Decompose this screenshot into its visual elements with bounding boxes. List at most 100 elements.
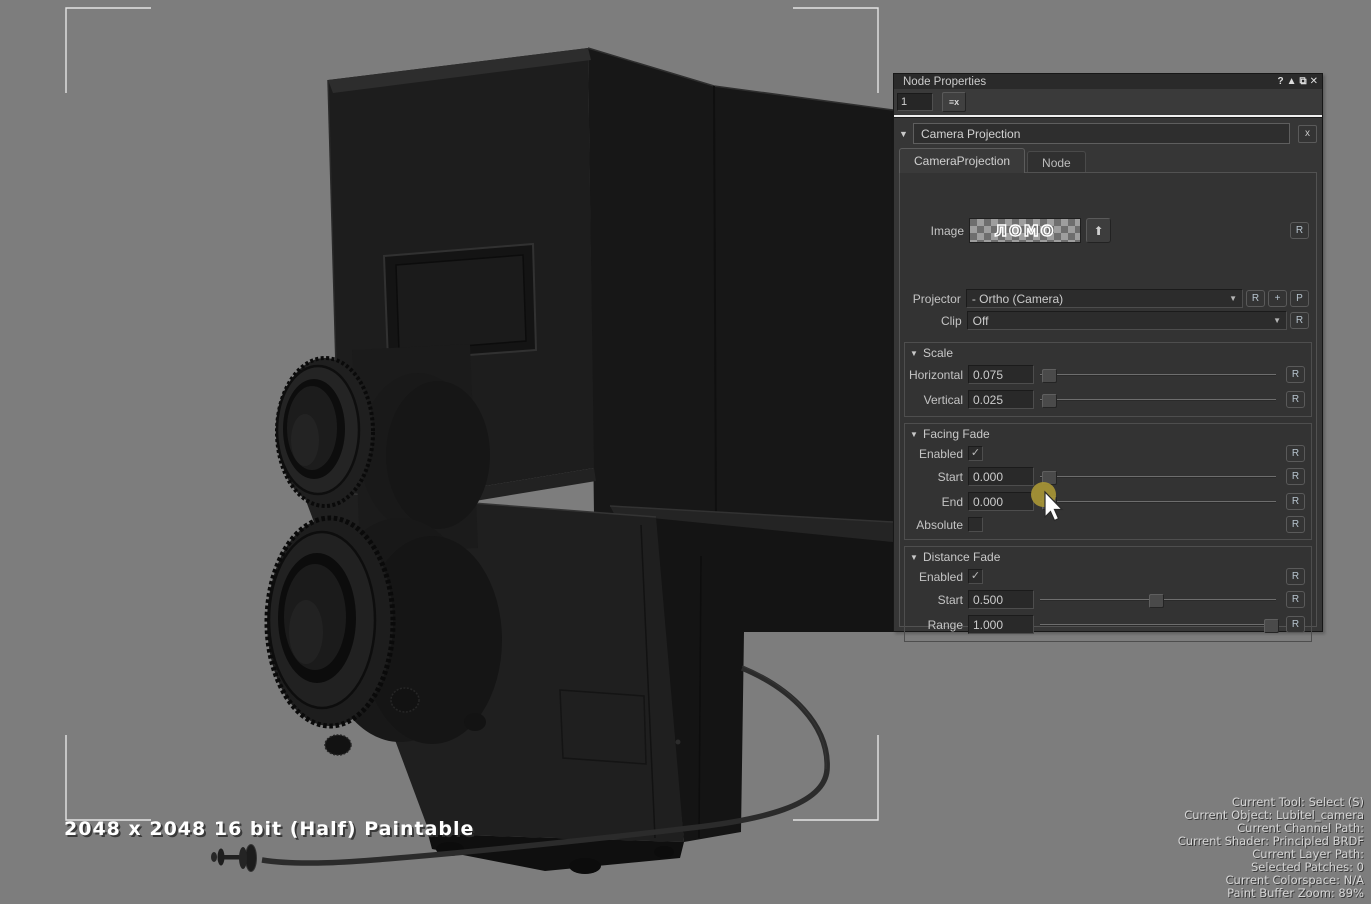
slider-handle[interactable] — [1042, 496, 1057, 510]
clip-dropdown[interactable]: Off ▼ — [967, 311, 1287, 330]
panel-separator — [894, 115, 1322, 118]
image-label: Image — [904, 224, 964, 238]
reset-facing-enabled-button[interactable]: R — [1286, 445, 1305, 462]
close-icon[interactable]: ✕ — [1310, 75, 1318, 88]
horizontal-label: Horizontal — [906, 368, 963, 382]
section-title-box: Camera Projection — [913, 123, 1290, 144]
facing-end-slider[interactable] — [1040, 495, 1276, 509]
reset-absolute-button[interactable]: R — [1286, 516, 1305, 533]
slider-handle[interactable] — [1042, 394, 1057, 408]
import-image-button[interactable]: ⬆ — [1086, 218, 1111, 243]
clear-list-button[interactable]: ≡x — [942, 92, 966, 112]
horizontal-input[interactable] — [968, 365, 1034, 384]
facing-fade-group: ▼ Facing Fade Enabled ✓ R Start R End — [904, 423, 1312, 540]
remove-node-button[interactable]: x — [1298, 125, 1317, 143]
panel-titlebar[interactable]: Node Properties ? ▲ ⧉ ✕ — [894, 74, 1322, 89]
image-thumbnail[interactable]: ЛОМО — [969, 218, 1081, 243]
collapse-arrow-icon[interactable]: ▼ — [910, 349, 923, 358]
projector-value: - Ortho (Camera) — [972, 292, 1223, 306]
clip-row: Clip Off ▼ R — [900, 311, 1316, 330]
node-properties-panel: Node Properties ? ▲ ⧉ ✕ ≡x ▼ Camera Proj… — [893, 73, 1323, 632]
slider-handle[interactable] — [1042, 471, 1057, 485]
reset-projector-button[interactable]: R — [1246, 290, 1265, 307]
absolute-label: Absolute — [906, 518, 963, 532]
projector-dropdown[interactable]: - Ortho (Camera) ▼ — [966, 289, 1243, 308]
vertical-label: Vertical — [906, 393, 963, 407]
tab-node[interactable]: Node — [1027, 151, 1086, 173]
facing-fade-group-title: Facing Fade — [923, 427, 990, 441]
pin-icon[interactable]: ▲ — [1287, 75, 1297, 88]
distance-start-row: Start R — [906, 587, 1308, 612]
collapse-arrow-icon[interactable]: ▼ — [899, 129, 913, 139]
import-icon: ⬆ — [1093, 224, 1103, 238]
image-row: Image ЛОМО ⬆ R — [900, 218, 1316, 243]
reset-facing-start-button[interactable]: R — [1286, 468, 1305, 485]
vertical-row: Vertical R — [906, 387, 1308, 412]
facing-end-input[interactable] — [968, 492, 1034, 511]
reset-vertical-button[interactable]: R — [1286, 391, 1305, 408]
vertical-input[interactable] — [968, 390, 1034, 409]
help-icon[interactable]: ? — [1277, 75, 1283, 88]
absolute-checkbox[interactable] — [968, 517, 983, 532]
facing-end-row: End R — [906, 489, 1308, 514]
camera-projection-header: ▼ Camera Projection x — [894, 122, 1322, 145]
panel-toolbar: ≡x — [894, 89, 1322, 114]
start-label: Start — [906, 470, 963, 484]
start-label: Start — [906, 593, 963, 607]
image-thumbnail-text: ЛОМО — [995, 222, 1056, 240]
slider-handle[interactable] — [1149, 594, 1164, 608]
facing-enabled-checkbox[interactable]: ✓ — [968, 446, 983, 461]
collapse-arrow-icon[interactable]: ▼ — [910, 553, 923, 562]
clear-list-icon: ≡x — [949, 97, 959, 107]
distance-start-slider[interactable] — [1040, 593, 1276, 607]
horizontal-slider[interactable] — [1040, 368, 1276, 382]
reset-distance-start-button[interactable]: R — [1286, 591, 1305, 608]
slider-handle[interactable] — [1264, 619, 1279, 633]
collapse-arrow-icon[interactable]: ▼ — [910, 430, 923, 439]
scale-group-title: Scale — [923, 346, 953, 360]
end-label: End — [906, 495, 963, 509]
distance-fade-group: ▼ Distance Fade Enabled ✓ R Start R Rang… — [904, 546, 1312, 642]
vertical-slider[interactable] — [1040, 393, 1276, 407]
tab-content: Image ЛОМО ⬆ R Projector - Ortho (Camera… — [899, 172, 1317, 627]
reset-clip-button[interactable]: R — [1290, 312, 1309, 329]
reset-facing-end-button[interactable]: R — [1286, 493, 1305, 510]
node-index-input[interactable] — [897, 93, 933, 111]
projector-row: Projector - Ortho (Camera) ▼ R + P — [900, 289, 1316, 308]
distance-fade-group-title: Distance Fade — [923, 550, 1000, 564]
horizontal-row: Horizontal R — [906, 362, 1308, 387]
canvas-info-text: 2048 x 2048 16 bit (Half) Paintable — [64, 818, 474, 840]
scale-group: ▼ Scale Horizontal R Vertical R — [904, 342, 1312, 417]
range-row: Range R — [906, 612, 1308, 637]
projector-label: Projector — [904, 292, 961, 306]
pick-projector-button[interactable]: P — [1290, 290, 1309, 307]
status-readout: Current Tool: Select (S) Current Object:… — [1178, 796, 1364, 900]
section-title: Camera Projection — [921, 127, 1020, 141]
float-window-icon[interactable]: ⧉ — [1299, 75, 1306, 88]
chevron-down-icon: ▼ — [1229, 294, 1237, 303]
reset-horizontal-button[interactable]: R — [1286, 366, 1305, 383]
range-slider[interactable] — [1040, 618, 1276, 632]
distance-enabled-row: Enabled ✓ R — [906, 566, 1308, 587]
enabled-label: Enabled — [906, 570, 963, 584]
panel-title: Node Properties — [903, 76, 1274, 88]
add-projector-button[interactable]: + — [1268, 290, 1287, 307]
reset-range-button[interactable]: R — [1286, 616, 1305, 633]
clip-label: Clip — [904, 314, 962, 328]
reset-distance-enabled-button[interactable]: R — [1286, 568, 1305, 585]
facing-start-input[interactable] — [968, 467, 1034, 486]
reset-image-button[interactable]: R — [1290, 222, 1309, 239]
distance-start-input[interactable] — [968, 590, 1034, 609]
slider-handle[interactable] — [1042, 369, 1057, 383]
tab-camera-projection[interactable]: CameraProjection — [899, 148, 1025, 173]
clip-value: Off — [973, 314, 1267, 328]
chevron-down-icon: ▼ — [1273, 316, 1281, 325]
enabled-label: Enabled — [906, 447, 963, 461]
absolute-row: Absolute R — [906, 514, 1308, 535]
facing-start-slider[interactable] — [1040, 470, 1276, 484]
distance-enabled-checkbox[interactable]: ✓ — [968, 569, 983, 584]
range-input[interactable] — [968, 615, 1034, 634]
facing-start-row: Start R — [906, 464, 1308, 489]
range-label: Range — [906, 618, 963, 632]
status-line: Paint Buffer Zoom: 89% — [1178, 887, 1364, 900]
